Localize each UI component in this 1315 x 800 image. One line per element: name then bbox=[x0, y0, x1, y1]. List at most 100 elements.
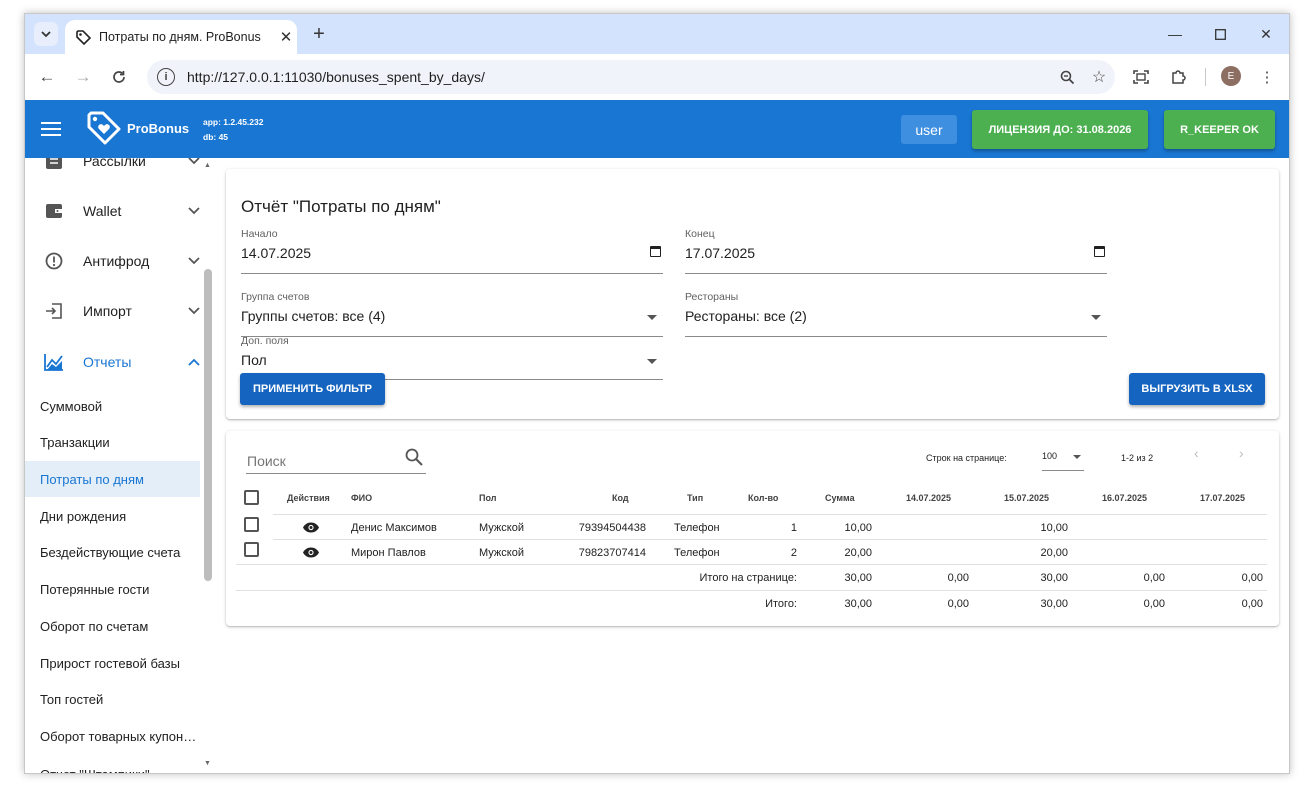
address-bar[interactable]: i http://127.0.0.1:11030/bonuses_spent_b… bbox=[147, 60, 1115, 94]
tab-search-button[interactable] bbox=[34, 22, 58, 46]
grand-total-sum: 30,00 bbox=[844, 598, 872, 610]
sidebar-item-inactive-accounts[interactable]: Бездействующие счета bbox=[25, 534, 200, 570]
browser-window: Потраты по дням. ProBonus ✕ + — ✕ ← → i … bbox=[24, 13, 1290, 774]
chart-icon bbox=[25, 353, 83, 371]
new-tab-button[interactable]: + bbox=[307, 22, 331, 46]
header-date-1[interactable]: 14.07.2025 bbox=[906, 493, 951, 503]
page-total-sum: 30,00 bbox=[844, 572, 872, 584]
minimize-button[interactable]: — bbox=[1157, 22, 1193, 46]
sidebar-item-transactions[interactable]: Транзакции bbox=[25, 424, 200, 460]
rkeeper-status-button[interactable]: R_KEEPER OK bbox=[1164, 110, 1275, 149]
next-page-icon[interactable]: › bbox=[1239, 445, 1244, 461]
select-all-checkbox[interactable] bbox=[244, 490, 259, 505]
search-icon[interactable] bbox=[404, 447, 424, 467]
grand-total-date-3: 0,00 bbox=[1143, 598, 1165, 610]
license-button[interactable]: ЛИЦЕНЗИЯ ДО: 31.08.2026 bbox=[972, 110, 1148, 149]
cell-code: 79823707414 bbox=[578, 547, 646, 559]
maximize-button[interactable] bbox=[1202, 22, 1238, 46]
search-placeholder: Поиск bbox=[247, 453, 286, 469]
reload-button[interactable] bbox=[106, 64, 132, 90]
sidebar-item-summary[interactable]: Суммовой bbox=[25, 388, 200, 424]
back-button[interactable]: ← bbox=[34, 64, 60, 90]
header-date-4[interactable]: 17.07.2025 bbox=[1200, 493, 1245, 503]
sidebar-group-antifraud[interactable]: Антифрод bbox=[25, 236, 213, 286]
rows-per-page-select[interactable]: 100 bbox=[1042, 441, 1084, 471]
screenshot-icon[interactable] bbox=[1128, 64, 1154, 90]
row-checkbox[interactable] bbox=[244, 517, 259, 532]
apply-filter-button[interactable]: ПРИМЕНИТЬ ФИЛЬТР bbox=[240, 373, 385, 405]
sidebar-group-import[interactable]: Импорт bbox=[25, 286, 213, 336]
site-info-icon[interactable]: i bbox=[157, 68, 175, 86]
scroll-up-icon[interactable]: ▲ bbox=[204, 162, 211, 169]
sidebar-group-mailing[interactable]: Рассылки bbox=[25, 158, 213, 186]
close-window-button[interactable]: ✕ bbox=[1248, 22, 1284, 46]
header-date-2[interactable]: 15.07.2025 bbox=[1004, 493, 1049, 503]
app-version: app: 1.2.45.232 bbox=[203, 117, 264, 127]
cell-sum: 10,00 bbox=[844, 522, 872, 534]
header-gender[interactable]: Пол bbox=[479, 493, 496, 503]
cell-type: Телефон bbox=[674, 547, 720, 559]
sidebar-item-guest-growth[interactable]: Прирост гостевой базы bbox=[25, 645, 200, 681]
menu-icon[interactable] bbox=[41, 118, 61, 140]
eye-icon[interactable] bbox=[303, 547, 319, 558]
start-date-field[interactable]: Начало 14.07.2025 bbox=[241, 228, 663, 274]
browser-menu-icon[interactable]: ⋮ bbox=[1254, 64, 1280, 90]
tag-icon bbox=[76, 30, 91, 45]
header-qty[interactable]: Кол-во bbox=[748, 493, 778, 503]
chevron-down-icon bbox=[41, 30, 51, 37]
forward-button[interactable]: → bbox=[70, 64, 96, 90]
calendar-icon[interactable] bbox=[1094, 246, 1105, 257]
scroll-down-icon[interactable]: ▼ bbox=[204, 760, 211, 767]
grand-total-date-1: 0,00 bbox=[947, 598, 969, 610]
eye-icon[interactable] bbox=[303, 522, 319, 533]
field-value: 14.07.2025 bbox=[241, 245, 312, 261]
sidebar-item-spent-by-days[interactable]: Потраты по дням bbox=[25, 461, 200, 497]
extensions-icon[interactable] bbox=[1165, 64, 1191, 90]
sidebar-item-lost-guests[interactable]: Потерянные гости bbox=[25, 571, 200, 607]
search-input[interactable]: Поиск bbox=[246, 444, 426, 474]
sidebar-item-birthdays[interactable]: Дни рождения bbox=[25, 498, 200, 534]
bookmark-star-icon[interactable]: ☆ bbox=[1083, 67, 1115, 87]
export-xlsx-button[interactable]: ВЫГРУЗИТЬ В XLSX bbox=[1129, 373, 1265, 405]
header-sum[interactable]: Сумма bbox=[825, 493, 855, 503]
app-bar: ProBonus app: 1.2.45.232 db: 45 user ЛИЦ… bbox=[25, 100, 1289, 158]
zoom-icon[interactable] bbox=[1051, 70, 1083, 85]
header-code[interactable]: Код bbox=[612, 493, 629, 503]
dropdown-arrow-icon bbox=[1073, 455, 1081, 459]
browser-tab[interactable]: Потраты по дням. ProBonus ✕ bbox=[65, 20, 297, 54]
header-type[interactable]: Тип bbox=[687, 493, 703, 503]
sidebar-item-stamps[interactable]: Отчет "Штампики" bbox=[25, 756, 200, 774]
sidebar-item-coupon-turnover[interactable]: Оборот товарных купон… bbox=[25, 718, 200, 754]
cell-code: 79394504438 bbox=[578, 522, 646, 534]
calendar-icon[interactable] bbox=[650, 246, 661, 257]
sidebar-item-account-turnover[interactable]: Оборот по счетам bbox=[25, 608, 200, 644]
scrollbar-thumb[interactable] bbox=[204, 269, 212, 581]
results-card: Поиск Строк на странице: 100 1-2 из 2 ‹ … bbox=[226, 431, 1279, 626]
probonus-logo[interactable]: ProBonus bbox=[85, 109, 189, 147]
sidebar-item-top-guests[interactable]: Топ гостей bbox=[25, 681, 200, 717]
header-date-3[interactable]: 16.07.2025 bbox=[1102, 493, 1147, 503]
import-icon bbox=[25, 302, 83, 320]
main-content: Отчёт "Потраты по дням" Начало 14.07.202… bbox=[215, 158, 1289, 773]
grand-total-label: Итого: bbox=[765, 598, 797, 610]
header-name[interactable]: ФИО bbox=[351, 493, 372, 503]
sidebar-scrollbar[interactable]: ▲ ▼ bbox=[203, 158, 214, 773]
sidebar-group-reports[interactable]: Отчеты bbox=[25, 337, 213, 387]
close-tab-icon[interactable]: ✕ bbox=[275, 28, 297, 46]
row-checkbox[interactable] bbox=[244, 542, 259, 557]
end-date-field[interactable]: Конец 17.07.2025 bbox=[685, 228, 1107, 274]
restaurants-select[interactable]: Рестораны Рестораны: все (2) bbox=[685, 291, 1107, 337]
sidebar: Рассылки Wallet Антифрод Импорт Отчеты С… bbox=[25, 158, 214, 774]
user-button[interactable]: user bbox=[901, 115, 957, 144]
profile-avatar[interactable]: E bbox=[1221, 66, 1241, 86]
field-label: Группа счетов bbox=[241, 291, 310, 303]
account-group-select[interactable]: Группа счетов Группы счетов: все (4) bbox=[241, 291, 663, 337]
row-divider bbox=[236, 564, 1267, 565]
sidebar-group-wallet[interactable]: Wallet bbox=[25, 186, 213, 236]
url-text: http://127.0.0.1:11030/bonuses_spent_by_… bbox=[187, 69, 485, 85]
dropdown-arrow-icon bbox=[647, 359, 657, 364]
prev-page-icon[interactable]: ‹ bbox=[1194, 445, 1199, 461]
logo-text: ProBonus bbox=[127, 120, 190, 136]
field-label: Начало bbox=[241, 228, 278, 240]
page-total-date-2: 30,00 bbox=[1040, 572, 1068, 584]
